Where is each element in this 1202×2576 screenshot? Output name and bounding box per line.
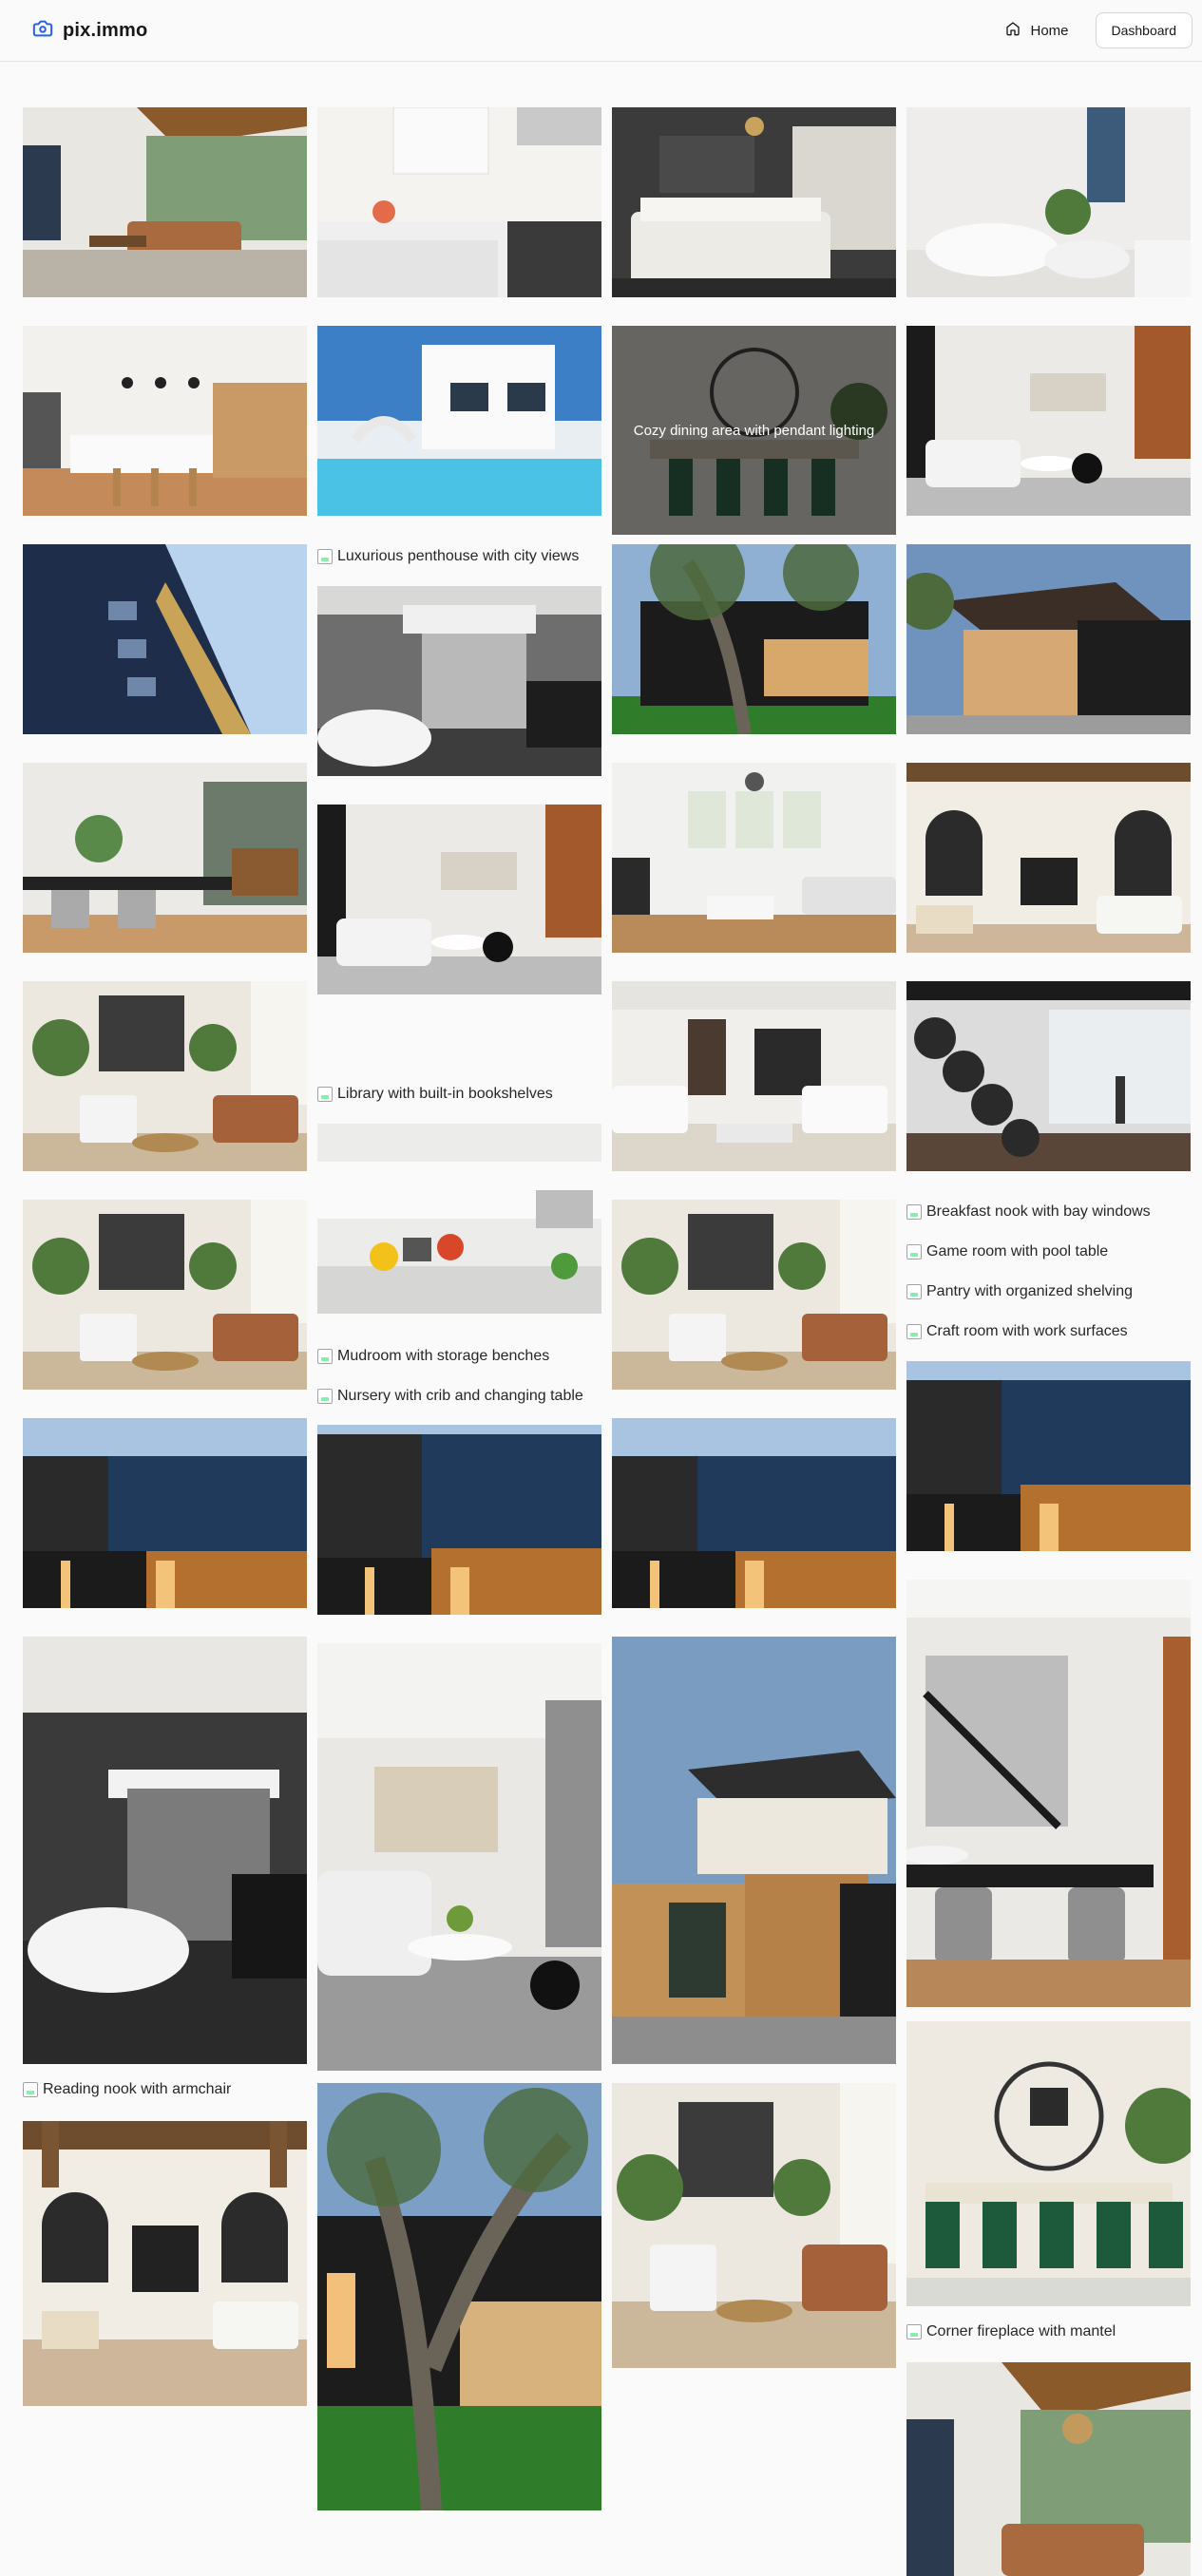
broken-image-icon xyxy=(906,2324,922,2339)
broken-image-icon xyxy=(317,549,333,564)
broken-image-alt: Pantry with organized shelving xyxy=(926,1283,1134,1299)
nav-home-label: Home xyxy=(1030,22,1069,39)
photo-open-living-kitchen[interactable] xyxy=(317,805,601,994)
broken-image-alt: Reading nook with armchair xyxy=(43,2081,232,2097)
photo-modern-blue-house-night-2[interactable] xyxy=(317,1425,601,1615)
broken-image-alt: Library with built-in bookshelves xyxy=(337,1086,553,1102)
broken-image-alt: Game room with pool table xyxy=(926,1243,1109,1260)
photo-modern-house-timber[interactable] xyxy=(906,544,1191,734)
photo-blue-facade-building[interactable] xyxy=(23,544,307,734)
main-nav: Home Dashboard xyxy=(996,12,1192,48)
photo-wood-clad-house[interactable] xyxy=(612,1637,896,2064)
photo-living-room-wood-ceiling-2[interactable] xyxy=(906,2362,1191,2576)
broken-image-alt: Luxurious penthouse with city views xyxy=(337,548,580,564)
broken-image-icon xyxy=(906,1244,922,1260)
broken-image-breakfast-nook: Breakfast nook with bay windows xyxy=(906,1203,1151,1221)
broken-image-alt: Craft room with work surfaces xyxy=(926,1323,1128,1339)
photo-house-tree-exterior[interactable] xyxy=(612,544,896,734)
photo-living-room-gallery-wall[interactable] xyxy=(23,981,307,1171)
broken-image-corner-fireplace: Corner fireplace with mantel xyxy=(906,2323,1116,2340)
broken-image-icon xyxy=(906,1324,922,1339)
photo-bedroom-chandelier[interactable] xyxy=(612,107,896,297)
photo-gallery: Reading nook with armchair Luxurious pen… xyxy=(0,62,1202,2576)
photo-white-bathroom[interactable] xyxy=(906,107,1191,297)
photo-kitchen-counter-vegetables[interactable] xyxy=(317,1124,601,1314)
camera-icon xyxy=(32,18,53,44)
photo-modern-blue-house-night[interactable] xyxy=(23,1418,307,1608)
home-icon xyxy=(1005,21,1021,40)
broken-image-game-room: Game room with pool table xyxy=(906,1243,1108,1260)
photo-living-room-gallery-wall-2[interactable] xyxy=(23,1200,307,1390)
photo-house-with-tree-dusk[interactable] xyxy=(317,2083,601,2510)
brand-name: pix.immo xyxy=(63,19,148,41)
broken-image-icon xyxy=(23,2082,38,2097)
photo-grey-bathroom[interactable] xyxy=(317,586,601,776)
photo-living-room-fireplace-windows[interactable] xyxy=(612,763,896,953)
top-navbar: pix.immo Home Dashboard xyxy=(0,0,1202,62)
photo-white-kitchen-island[interactable] xyxy=(23,326,307,516)
broken-image-icon xyxy=(906,1204,922,1220)
broken-image-pantry: Pantry with organized shelving xyxy=(906,1283,1133,1300)
dashboard-button[interactable]: Dashboard xyxy=(1095,12,1192,48)
broken-image-alt: Mudroom with storage benches xyxy=(337,1348,550,1364)
broken-image-alt: Nursery with crib and changing table xyxy=(337,1388,583,1404)
photo-modern-blue-house-night-4[interactable] xyxy=(906,1361,1191,1551)
photo-dining-pendant-lighting[interactable]: Cozy dining area with pendant lighting xyxy=(612,326,896,535)
photo-open-living-kitchen-2[interactable] xyxy=(906,326,1191,516)
broken-image-library: Library with built-in bookshelves xyxy=(317,1086,553,1103)
photo-living-room-gallery-wall-4[interactable] xyxy=(612,2083,896,2368)
photo-living-room-beams[interactable] xyxy=(23,2121,307,2406)
brand[interactable]: pix.immo xyxy=(32,18,147,44)
broken-image-mudroom: Mudroom with storage benches xyxy=(317,1348,549,1365)
photo-living-room-gallery-wall-3[interactable] xyxy=(612,1200,896,1390)
photo-hover-caption: Cozy dining area with pendant lighting xyxy=(612,326,896,535)
broken-image-alt: Breakfast nook with bay windows xyxy=(926,1203,1151,1220)
broken-image-icon xyxy=(317,1087,333,1102)
broken-image-craft-room: Craft room with work surfaces xyxy=(906,1323,1128,1340)
broken-image-reading-nook: Reading nook with armchair xyxy=(23,2081,231,2098)
broken-image-nursery: Nursery with crib and changing table xyxy=(317,1388,583,1405)
photo-living-room-arched-windows[interactable] xyxy=(906,763,1191,953)
photo-villa-pool[interactable] xyxy=(317,326,601,516)
broken-image-icon xyxy=(317,1349,333,1364)
photo-modern-blue-house-night-3[interactable] xyxy=(612,1418,896,1608)
nav-home-link[interactable]: Home xyxy=(996,15,1078,46)
photo-dining-green-chairs[interactable] xyxy=(906,2021,1191,2306)
photo-dining-staircase[interactable] xyxy=(906,1580,1191,2007)
photo-living-room-wood-ceiling[interactable] xyxy=(23,107,307,297)
broken-image-penthouse: Luxurious penthouse with city views xyxy=(317,548,579,565)
photo-home-gym-dumbbells[interactable] xyxy=(906,981,1191,1171)
photo-white-living-room-coffered[interactable] xyxy=(612,981,896,1171)
photo-white-kitchen-range[interactable] xyxy=(317,107,601,297)
broken-image-icon xyxy=(906,1284,922,1299)
photo-dining-table-glass-wall[interactable] xyxy=(23,763,307,953)
broken-image-alt: Corner fireplace with mantel xyxy=(926,2323,1116,2339)
broken-image-icon xyxy=(317,1389,333,1404)
photo-dark-bathroom-tub[interactable] xyxy=(23,1637,307,2064)
photo-living-room-round-table[interactable] xyxy=(317,1643,601,2071)
